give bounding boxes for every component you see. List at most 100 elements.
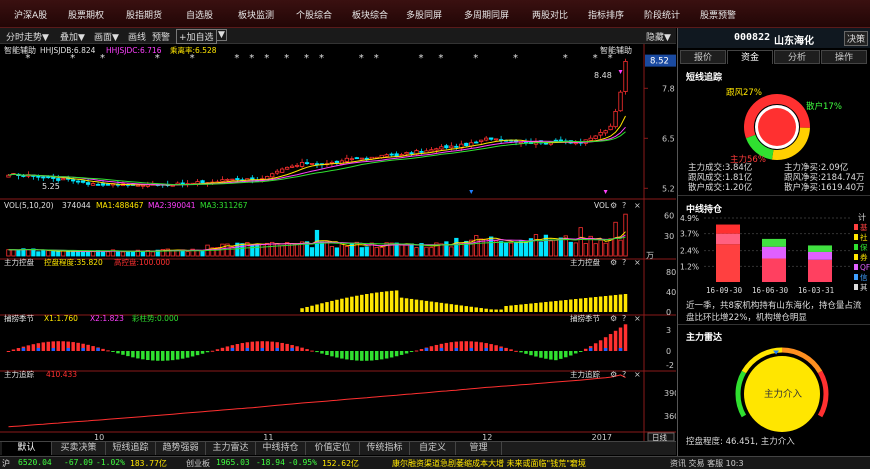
season-bar — [544, 351, 548, 359]
control-bar — [469, 306, 473, 312]
retail-volume: 散户成交:1.20亿 — [688, 183, 753, 193]
control-bar — [404, 298, 409, 312]
tab-operation[interactable]: 操作 — [821, 50, 867, 64]
nav-item-1[interactable]: 股票期权 — [68, 8, 104, 21]
volume-bar — [260, 244, 265, 257]
season-bar — [76, 342, 80, 351]
chart-area[interactable]: * * * * * * * * * * * * * * * * * * * * 智能辅助 HHJSJDB:6.824 HHJ… — [0, 44, 676, 441]
control-bar — [484, 308, 488, 312]
nav-item-4[interactable]: 板块监测 — [238, 8, 274, 21]
season-marker — [96, 348, 100, 351]
volume-bar — [558, 237, 563, 257]
watchlist-dropdown[interactable]: ▼ — [216, 29, 227, 41]
indicator-tab-5[interactable]: 中线持仓 — [256, 442, 306, 455]
nav-item-10[interactable]: 指标排序 — [588, 8, 624, 21]
draw-line-button[interactable]: 画线 — [128, 30, 146, 43]
candle-body — [46, 176, 51, 179]
season-bar — [235, 344, 240, 351]
nav-item-5[interactable]: 个股综合 — [296, 8, 332, 21]
control-bar — [389, 290, 394, 312]
indicator-tab-4[interactable]: 主力雷达 — [206, 442, 256, 455]
kline-chart[interactable]: * * * * * * * * * * * * * * * * * * * *智能辅助 HHJSJDB:6.824 HHJ… — [0, 44, 676, 441]
high-price-label: 8.48 — [594, 71, 612, 80]
signal-star: * — [234, 53, 239, 64]
control-bar — [360, 294, 364, 312]
candle-body — [344, 157, 349, 162]
nav-item-2[interactable]: 股指期货 — [126, 8, 162, 21]
candle-body — [454, 145, 459, 148]
candle-body — [21, 175, 26, 177]
alert-button[interactable]: 预警 — [152, 30, 170, 43]
volume-bar — [474, 235, 479, 257]
legend-swatch — [854, 234, 858, 240]
season-bar — [524, 351, 528, 354]
hide-button[interactable]: 隐藏▼ — [646, 30, 671, 43]
candle-body — [399, 154, 404, 157]
candle-body — [484, 137, 489, 141]
control-bar — [544, 302, 548, 312]
volume-bar — [344, 246, 349, 257]
season-bar — [126, 351, 130, 357]
add-watchlist-button[interactable]: +加自选 — [176, 29, 217, 44]
legend-label: 信 — [860, 272, 868, 282]
status-right-links[interactable]: 资讯 交易 客服 10:3 — [670, 458, 744, 469]
tab-analysis[interactable]: 分析 — [774, 50, 820, 64]
nav-item-7[interactable]: 多股同屏 — [406, 8, 442, 21]
indicator-tab-1[interactable]: 买卖决策 — [52, 442, 106, 455]
season-bar — [529, 351, 533, 356]
nav-item-9[interactable]: 两股对比 — [532, 8, 568, 21]
news-ticker[interactable]: 康尔融资渠道急剧萎缩成本大增 未来或面临"钱荒"窘境 — [392, 458, 660, 469]
control-bar — [569, 299, 573, 312]
season-bar — [449, 342, 454, 351]
intraday-button[interactable]: 分时走势▼ — [6, 30, 49, 43]
indicator-tab-8[interactable]: 自定义 — [410, 442, 456, 455]
holding-bar-segment — [716, 244, 740, 282]
decision-button[interactable]: 决策 — [844, 31, 869, 46]
cy-index-amount: 152.62亿 — [322, 459, 359, 468]
nav-item-11[interactable]: 阶段统计 — [644, 8, 680, 21]
control-bar — [524, 304, 528, 312]
tab-quote[interactable]: 报价 — [680, 50, 726, 64]
stock-code: 000822 — [734, 32, 771, 43]
season-bar — [151, 351, 155, 361]
indicator-tab-9[interactable]: 管理 — [456, 442, 502, 455]
volume-bar — [359, 247, 364, 257]
volume-bar — [608, 238, 613, 257]
control-bar — [340, 298, 344, 312]
nav-item-8[interactable]: 多周期同屏 — [464, 8, 509, 21]
view-button[interactable]: 画面▼ — [94, 30, 119, 43]
control-bar — [335, 299, 339, 312]
season-bar — [295, 346, 299, 351]
indicator-tab-6[interactable]: 价值定位 — [306, 442, 360, 455]
control-bar — [499, 309, 503, 312]
season-bar — [185, 351, 190, 358]
indicator-tab-3[interactable]: 趋势强弱 — [156, 442, 206, 455]
nav-item-12[interactable]: 股票预警 — [700, 8, 736, 21]
indicator-tab-7[interactable]: 传统指标 — [360, 442, 410, 455]
control-bar — [583, 298, 588, 312]
control-bar — [449, 304, 454, 312]
season-bar — [429, 346, 434, 351]
candle-body — [419, 150, 424, 153]
tab-capital[interactable]: 资金 — [727, 50, 773, 64]
nav-item-3[interactable]: 自选股 — [186, 8, 213, 21]
retail-net-buy: 散户净买:1619.40万 — [784, 183, 865, 193]
season-bar — [618, 327, 623, 351]
nav-item-6[interactable]: 板块综合 — [352, 8, 388, 21]
volume-bar — [6, 249, 11, 257]
indicator-tab-2[interactable]: 短线追踪 — [106, 442, 156, 455]
control-bar — [429, 301, 434, 312]
nav-item-0[interactable]: 沪深A股 — [14, 8, 47, 21]
season-bar — [360, 351, 364, 361]
control-bar — [623, 294, 628, 312]
indicator-tab-0[interactable]: 默认 — [2, 442, 52, 455]
control-bar — [394, 290, 399, 312]
season-bar — [583, 348, 588, 351]
indicator-1-value: HHJSJDB:6.824 — [40, 46, 96, 55]
season-bar — [6, 351, 11, 352]
overlay-button[interactable]: 叠加▼ — [60, 30, 85, 43]
volume-bar — [598, 239, 603, 257]
candle-body — [61, 178, 66, 181]
candle-body — [598, 131, 603, 136]
zlzz-title-right: 主力追踪 — [570, 369, 600, 379]
